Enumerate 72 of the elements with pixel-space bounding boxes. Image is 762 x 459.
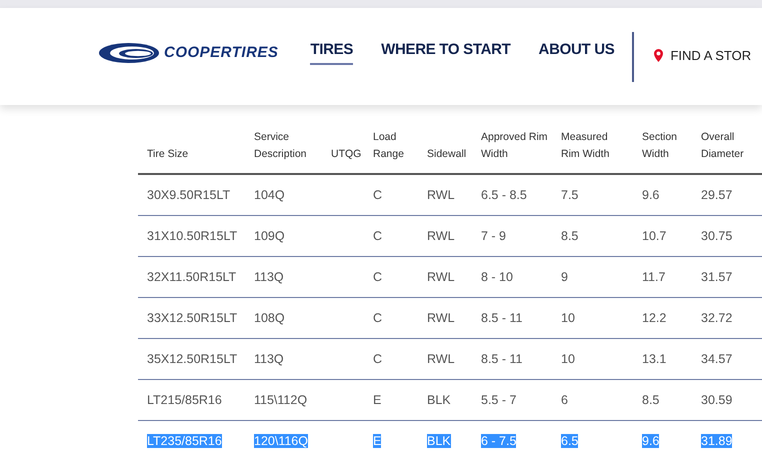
table-cell: 9.6 (642, 434, 660, 448)
table-cell: 9.6 (642, 188, 660, 202)
column-header: Tire Size (147, 148, 188, 160)
table-cell: 8.5 - 11 (481, 311, 522, 325)
table-cell: 8.5 - 11 (481, 352, 522, 366)
table-cell: E (373, 434, 382, 448)
table-cell: 9 (561, 270, 568, 284)
table-cell: RWL (427, 352, 455, 366)
table-cell: 7.5 (561, 188, 578, 202)
table-cell: BLK (427, 393, 451, 407)
table-cell: 8.5 (642, 393, 660, 407)
table-cell: RWL (427, 270, 455, 284)
table-cell: 32X11.50R15LT (147, 270, 236, 284)
find-store-link[interactable]: FIND A STOR (654, 48, 752, 63)
table-cell: RWL (427, 229, 455, 243)
table-cell: 10 (561, 311, 575, 325)
table-cell: 11.7 (642, 270, 666, 284)
table-cell: LT235/85R16 (147, 434, 222, 448)
table-cell: 104Q (254, 188, 285, 202)
table-cell: 31X10.50R15LT (147, 229, 238, 243)
brand-logo-text[interactable]: COOPERTIRES (164, 44, 278, 61)
table-cell: E (373, 393, 382, 407)
table-cell: 30.59 (701, 393, 732, 407)
table-cell: 35X12.50R15LT (147, 352, 238, 366)
table-cell: 10.7 (642, 229, 666, 243)
table-cell: 108Q (254, 311, 285, 325)
table-cell: 113Q (254, 270, 284, 284)
table-cell: 30X9.50R15LT (147, 188, 230, 202)
table-cell: C (373, 188, 382, 202)
table-cell: C (373, 352, 382, 366)
table-cell: 31.89 (701, 434, 732, 448)
table-cell: 8.5 (561, 229, 578, 243)
column-header: UTQG (331, 148, 362, 160)
swoosh-logo-icon (98, 42, 160, 64)
table-cell: C (373, 229, 382, 243)
table-cell: 6.5 - 8.5 (481, 188, 527, 202)
table-cell: C (373, 270, 382, 284)
table-cell: RWL (427, 311, 455, 325)
table-cell: 29.57 (701, 188, 732, 202)
table-cell: 30.75 (701, 229, 732, 243)
nav-link[interactable]: ABOUT US (538, 40, 614, 64)
table-cell: 34.57 (701, 352, 732, 366)
table-cell: 115\112Q (254, 393, 308, 407)
nav-link[interactable]: WHERE TO START (381, 40, 511, 64)
table-cell: 5.5 - 7 (481, 393, 516, 407)
table-cell: C (373, 311, 382, 325)
column-header: Overall Diameter (701, 131, 744, 160)
table-cell: 10 (561, 352, 575, 366)
table-cell: 113Q (254, 352, 284, 366)
table-cell: 32.72 (701, 311, 732, 325)
table-cell: 109Q (254, 229, 285, 243)
column-header: Approved Rim Width (481, 131, 548, 160)
table-cell: 31.57 (701, 270, 732, 284)
table-cell: 120\116Q (254, 434, 308, 448)
table-cell: 33X12.50R15LT (147, 311, 238, 325)
column-header: Load Range (373, 131, 404, 160)
column-header: Service Description (254, 131, 307, 160)
column-header: Measured Rim Width (561, 131, 610, 160)
column-header: Section Width (642, 131, 678, 160)
table-cell: RWL (427, 188, 455, 202)
nav-link[interactable]: TIRES (310, 40, 354, 64)
table-cell: 6.5 (561, 434, 578, 448)
table-cell: 13.1 (642, 352, 666, 366)
table-cell: BLK (427, 434, 451, 448)
table-cell: 7 - 9 (481, 229, 506, 243)
table-cell: 6 - 7.5 (481, 434, 516, 448)
table-cell: 12.2 (642, 311, 666, 325)
column-header: Sidewall (427, 148, 466, 160)
table-cell: LT215/85R16 (147, 393, 222, 407)
table-cell: 8 - 10 (481, 270, 513, 284)
table-cell: 6 (561, 393, 568, 407)
location-pin-icon (654, 49, 664, 62)
